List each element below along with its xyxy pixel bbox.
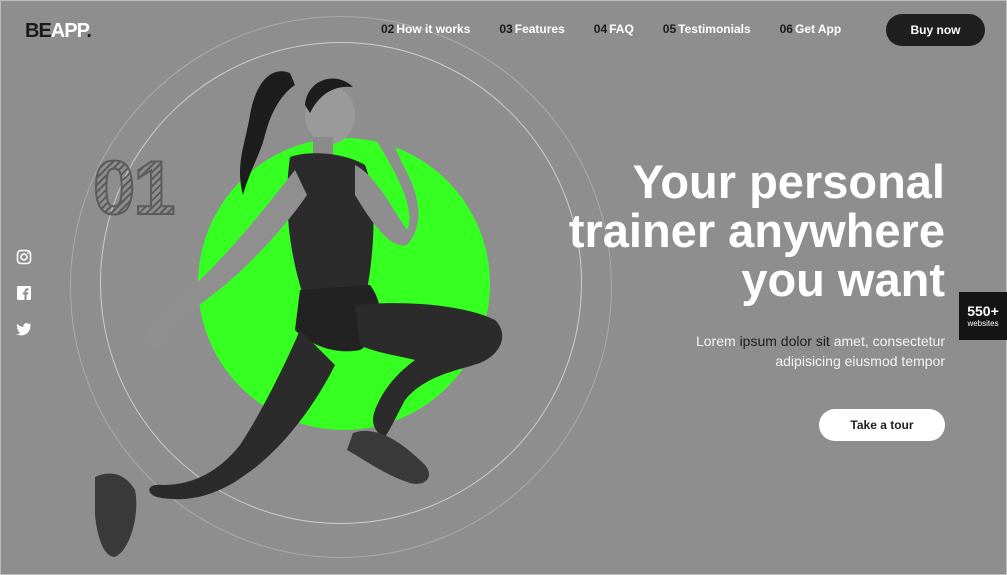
websites-badge[interactable]: 550+ websites [959, 292, 1007, 340]
take-a-tour-button[interactable]: Take a tour [819, 409, 945, 441]
lede-part-1: Lorem [695, 333, 740, 349]
main-nav: 02 How it works 03 Features 04 FAQ 05 Testim… [381, 22, 841, 36]
nav-label: Testimonials [678, 22, 751, 36]
nav-number: 05 [662, 22, 677, 36]
instagram-icon[interactable] [16, 249, 32, 265]
athlete-image [95, 71, 503, 557]
hero-description: Lorem ipsum dolor sit amet, consectetur … [625, 331, 945, 371]
lede-part-3: amet, consectetur [829, 333, 945, 349]
nav-testimonials[interactable]: 05 Testimonials [663, 22, 751, 36]
nav-label: Features [514, 22, 565, 36]
headline-line-1: Your personal [632, 155, 945, 208]
lede-line-2: adipisicing eiusmod tempor [775, 353, 945, 369]
logo[interactable]: BEAPP. [25, 20, 92, 43]
nav-get-app[interactable]: 06 Get App [780, 22, 842, 36]
twitter-icon[interactable] [16, 321, 32, 337]
nav-number: 03 [499, 22, 513, 36]
logo-be: BE [25, 20, 52, 42]
logo-dot: . [86, 20, 91, 42]
nav-label: FAQ [609, 22, 634, 36]
headline-line-2: trainer anywhere [568, 204, 945, 257]
nav-number: 04 [593, 22, 608, 36]
nav-faq[interactable]: 04 FAQ [594, 22, 634, 36]
lede-part-2: ipsum dolor sit [739, 333, 830, 349]
buy-now-button[interactable]: Buy now [886, 14, 985, 46]
nav-number: 06 [779, 22, 793, 36]
badge-label: websites [967, 318, 999, 328]
nav-label: Get App [794, 22, 842, 36]
headline-line-3: you want [741, 253, 945, 306]
social-links [16, 249, 32, 337]
hero-headline: Your personal trainer anywhere you want [465, 157, 945, 304]
facebook-icon[interactable] [16, 285, 32, 301]
badge-count: 550+ [967, 302, 999, 319]
nav-features[interactable]: 03 Features [499, 22, 564, 36]
logo-app: APP [50, 20, 88, 42]
